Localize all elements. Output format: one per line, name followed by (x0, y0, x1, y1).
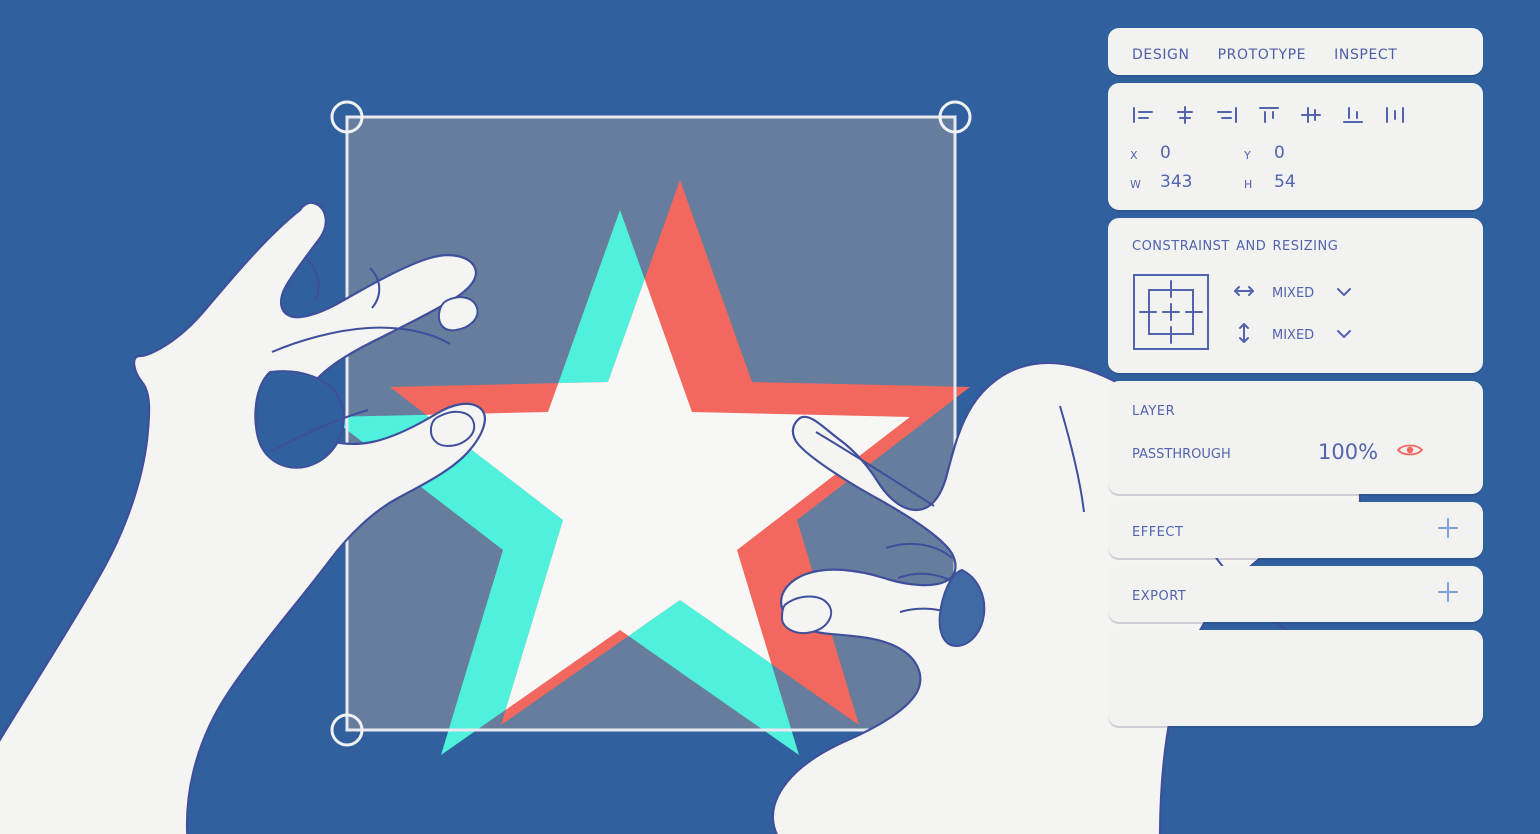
chevron-down-icon[interactable] (1336, 324, 1352, 343)
h-label: H (1244, 172, 1253, 192)
opacity-value[interactable]: 100% (1318, 440, 1378, 464)
blend-mode-value[interactable]: Passthrough (1132, 441, 1318, 463)
y-value[interactable]: 0 (1274, 143, 1358, 163)
export-panel[interactable]: Export (1108, 566, 1483, 622)
layer-title: Layer (1132, 399, 1176, 420)
align-top-icon[interactable] (1256, 102, 1282, 128)
x-label: X (1130, 143, 1138, 163)
horizontal-arrows-icon (1232, 279, 1256, 303)
effect-title: Effect (1132, 519, 1184, 541)
export-title: Export (1132, 583, 1187, 605)
tab-inspect[interactable]: Inspect (1334, 40, 1397, 64)
alignment-toolbar (1130, 97, 1461, 133)
plus-icon[interactable] (1435, 579, 1461, 609)
plus-icon[interactable] (1435, 515, 1461, 545)
tab-design[interactable]: Design (1132, 40, 1190, 64)
effect-panel[interactable]: Effect (1108, 502, 1483, 558)
empty-panel (1108, 630, 1483, 726)
constraints-title: Constrainst and resizing (1132, 234, 1339, 255)
properties-panel: X 0 Y 0 W 343 H 54 (1108, 83, 1483, 210)
dimension-fields: X 0 Y 0 W 343 H 54 (1130, 143, 1461, 192)
h-value[interactable]: 54 (1274, 172, 1358, 192)
screen: Design Prototype Inspect (0, 0, 1540, 834)
tabs-panel: Design Prototype Inspect (1108, 28, 1483, 75)
distribute-icon[interactable] (1382, 102, 1408, 128)
vertical-constraint-row[interactable]: Mixed (1232, 321, 1352, 345)
y-label: Y (1244, 143, 1251, 163)
w-value[interactable]: 343 (1160, 172, 1244, 192)
w-label: W (1130, 172, 1141, 192)
chevron-down-icon[interactable] (1336, 282, 1352, 301)
vertical-constraint-value[interactable]: Mixed (1272, 322, 1314, 344)
align-vertical-center-icon[interactable] (1298, 102, 1324, 128)
horizontal-constraint-value[interactable]: Mixed (1272, 280, 1314, 302)
align-bottom-icon[interactable] (1340, 102, 1366, 128)
inspector-panel: Design Prototype Inspect (1108, 28, 1483, 734)
layer-panel: Layer Passthrough 100% (1108, 381, 1483, 494)
align-left-icon[interactable] (1130, 102, 1156, 128)
constraint-widget-icon[interactable] (1132, 273, 1210, 351)
align-right-icon[interactable] (1214, 102, 1240, 128)
vertical-arrows-icon (1232, 321, 1256, 345)
constraints-panel: Constrainst and resizing (1108, 218, 1483, 373)
align-horizontal-center-icon[interactable] (1172, 102, 1198, 128)
eye-icon[interactable] (1396, 442, 1424, 462)
horizontal-constraint-row[interactable]: Mixed (1232, 279, 1352, 303)
tab-prototype[interactable]: Prototype (1218, 40, 1307, 64)
x-value[interactable]: 0 (1160, 143, 1244, 163)
